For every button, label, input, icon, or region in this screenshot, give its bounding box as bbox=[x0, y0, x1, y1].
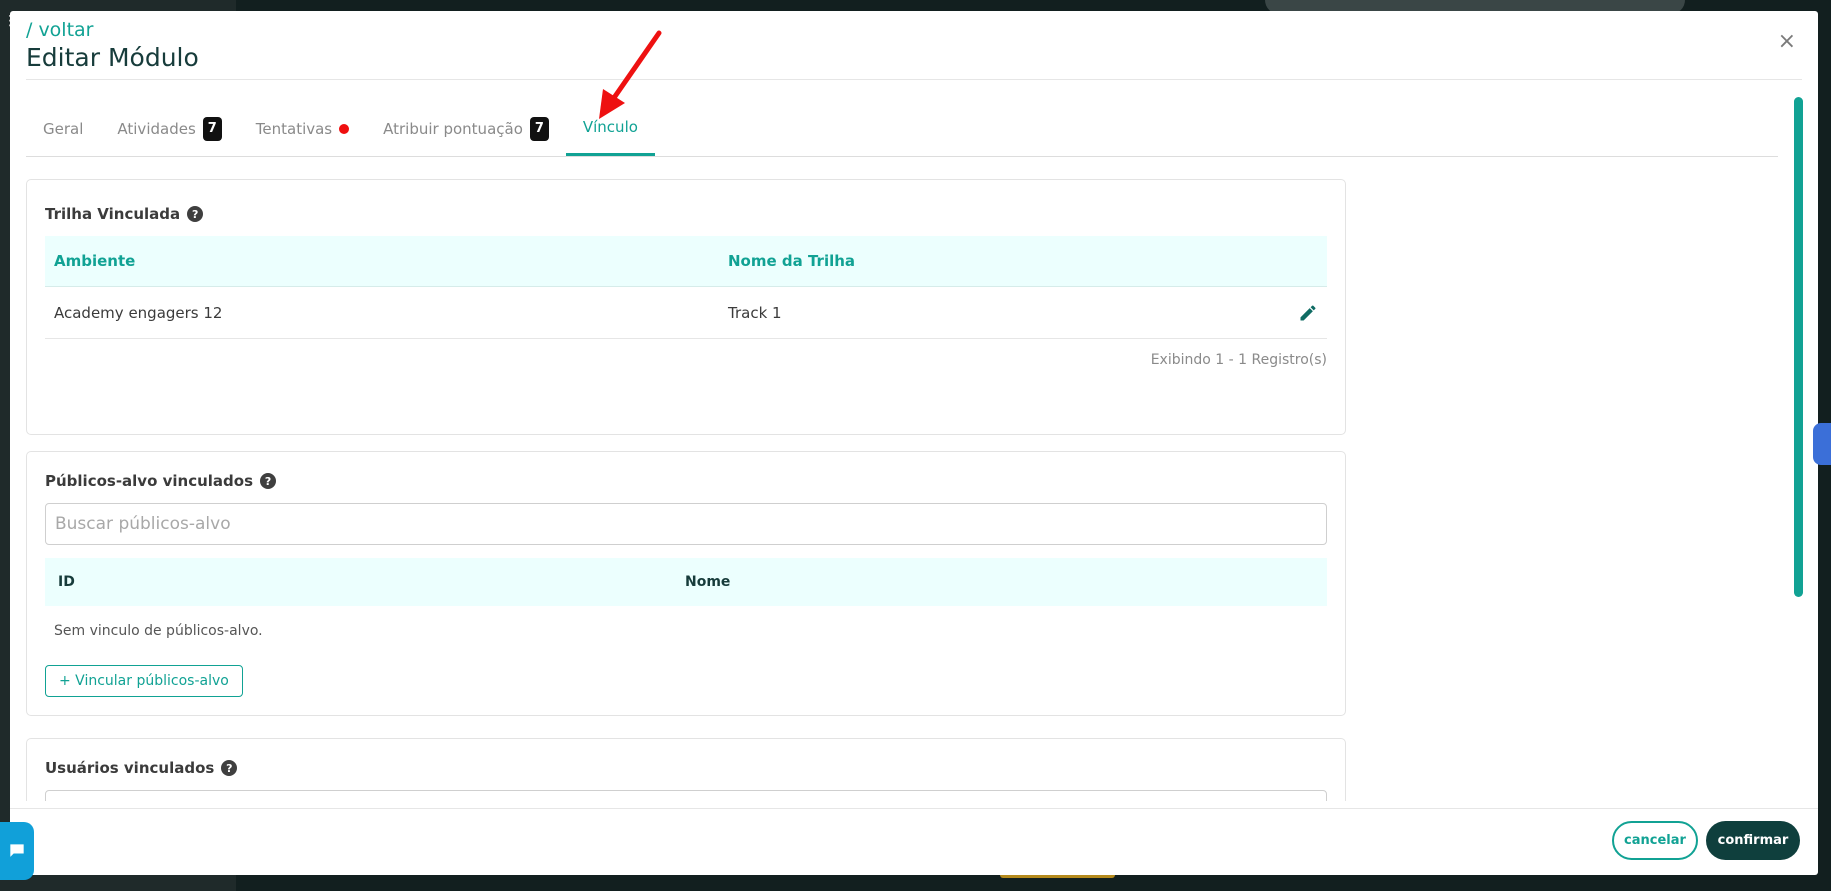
table-header: ID Nome bbox=[45, 558, 1327, 606]
search-usuarios-input[interactable] bbox=[45, 790, 1327, 801]
annotation-arrow-icon bbox=[599, 30, 662, 119]
cell-ambiente: Academy engagers 12 bbox=[54, 303, 223, 322]
tab-atribuir-pontuacao[interactable]: Atribuir pontuação 7 bbox=[366, 101, 566, 156]
modal-title: Editar Módulo bbox=[26, 43, 199, 72]
section-title: Trilha Vinculada ? bbox=[45, 205, 204, 223]
footer-divider bbox=[10, 808, 1818, 809]
back-link[interactable]: / voltar bbox=[26, 19, 94, 41]
table-header: Ambiente Nome da Trilha bbox=[45, 236, 1327, 287]
empty-state-text: Sem vinculo de públicos-alvo. bbox=[54, 623, 263, 639]
scrollbar[interactable] bbox=[1794, 97, 1803, 597]
header-divider bbox=[26, 79, 1802, 80]
usuarios-card: Usuários vinculados ? bbox=[26, 738, 1346, 801]
chat-icon[interactable] bbox=[0, 822, 34, 880]
publicos-card: Públicos-alvo vinculados ? ID Nome Sem v… bbox=[26, 451, 1346, 716]
tab-geral[interactable]: Geral bbox=[26, 101, 100, 156]
question-circle-icon[interactable]: ? bbox=[221, 760, 238, 776]
question-circle-icon[interactable]: ? bbox=[260, 473, 277, 489]
section-title: Públicos-alvo vinculados ? bbox=[45, 472, 277, 490]
tab-label: Geral bbox=[43, 119, 84, 138]
records-count: Exibindo 1 - 1 Registro(s) bbox=[1150, 352, 1327, 368]
question-circle-icon[interactable]: ? bbox=[187, 206, 204, 222]
search-publicos-input[interactable] bbox=[45, 503, 1327, 545]
section-title-text: Usuários vinculados bbox=[45, 759, 215, 777]
cancel-button[interactable]: cancelar bbox=[1612, 821, 1698, 860]
section-title-text: Trilha Vinculada bbox=[45, 205, 181, 223]
chat-bubble-icon bbox=[10, 844, 24, 857]
pencil-icon[interactable] bbox=[1298, 303, 1318, 323]
column-header-id: ID bbox=[58, 574, 75, 590]
column-header-ambiente: Ambiente bbox=[54, 252, 136, 270]
red-dot-icon bbox=[339, 123, 350, 134]
confirm-button[interactable]: confirmar bbox=[1706, 821, 1800, 860]
table-row: Academy engagers 12 Track 1 bbox=[45, 287, 1327, 339]
tab-bar: Geral Atividades 7 Tentativas Atribuir p… bbox=[26, 101, 1778, 157]
count-badge: 7 bbox=[202, 116, 222, 141]
side-widget-tab[interactable] bbox=[1813, 423, 1831, 465]
tab-label: Tentativas bbox=[255, 119, 333, 138]
edit-module-modal: / voltar Editar Módulo × Geral Atividade… bbox=[10, 11, 1818, 875]
section-title-text: Públicos-alvo vinculados bbox=[45, 472, 254, 490]
tab-label: Atribuir pontuação bbox=[383, 119, 523, 138]
column-header-nome-trilha: Nome da Trilha bbox=[728, 252, 856, 270]
tab-tentativas[interactable]: Tentativas bbox=[239, 101, 366, 156]
close-icon[interactable]: × bbox=[1778, 29, 1796, 54]
count-badge: 7 bbox=[529, 116, 549, 141]
modal-content: Trilha Vinculada ? Ambiente Nome da Tril… bbox=[26, 168, 1356, 801]
section-title: Usuários vinculados ? bbox=[45, 759, 238, 777]
tab-atividades[interactable]: Atividades 7 bbox=[100, 101, 238, 156]
column-header-nome: Nome bbox=[685, 574, 731, 590]
link-publicos-button[interactable]: + Vincular públicos-alvo bbox=[45, 665, 243, 697]
tab-label: Atividades bbox=[117, 119, 196, 138]
cell-nome-trilha: Track 1 bbox=[728, 303, 782, 322]
trilha-card: Trilha Vinculada ? Ambiente Nome da Tril… bbox=[26, 179, 1346, 435]
